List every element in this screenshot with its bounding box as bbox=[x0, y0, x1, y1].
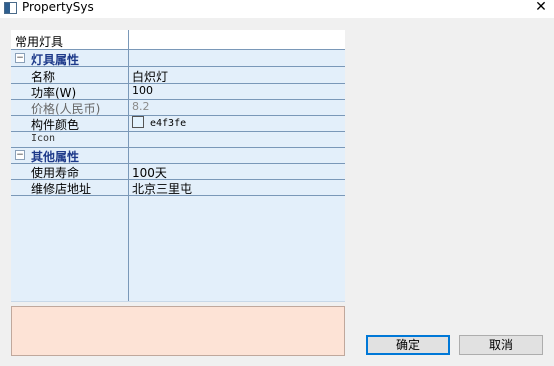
ok-button[interactable]: 确定 bbox=[366, 335, 450, 355]
property-value: 8.2 bbox=[132, 100, 150, 113]
category-row-light-props[interactable]: − 灯具属性 bbox=[11, 50, 345, 67]
grid-header: 常用灯具 bbox=[11, 30, 345, 50]
grid-header-label: 常用灯具 bbox=[15, 35, 64, 49]
property-grid[interactable]: 常用灯具 − 灯具属性 名称 白炽灯 功率(W) 100 价格(人民币) 8.2… bbox=[11, 30, 345, 302]
app-icon bbox=[4, 2, 17, 14]
property-row-color[interactable]: 构件颜色 e4f3fe bbox=[11, 115, 345, 132]
property-window: PropertySys ✕ 常用灯具 − 灯具属性 名称 白炽灯 功率(W) 1… bbox=[0, 0, 554, 366]
property-row-lifetime[interactable]: 使用寿命 100天 bbox=[11, 163, 345, 180]
category-label: 灯具属性 bbox=[31, 53, 80, 67]
collapse-icon[interactable]: − bbox=[15, 53, 25, 63]
property-row-power[interactable]: 功率(W) 100 bbox=[11, 83, 345, 100]
title-bar: PropertySys ✕ bbox=[0, 0, 554, 18]
property-row-repair-address[interactable]: 维修店地址 北京三里屯 bbox=[11, 179, 345, 196]
property-value-color[interactable]: e4f3fe bbox=[132, 116, 186, 129]
close-icon[interactable]: ✕ bbox=[528, 0, 554, 16]
property-value[interactable]: 北京三里屯 bbox=[132, 180, 192, 197]
color-swatch bbox=[132, 116, 144, 128]
property-name: Icon bbox=[31, 133, 56, 144]
property-value[interactable]: 100 bbox=[132, 84, 153, 97]
window-title: PropertySys bbox=[22, 0, 94, 14]
description-panel bbox=[11, 306, 345, 356]
color-hex-value: e4f3fe bbox=[150, 118, 187, 129]
property-name: 维修店地址 bbox=[31, 182, 92, 196]
property-row-name[interactable]: 名称 白炽灯 bbox=[11, 67, 345, 84]
cancel-button[interactable]: 取消 bbox=[459, 335, 543, 355]
property-row-icon[interactable]: Icon bbox=[11, 131, 345, 148]
column-splitter[interactable] bbox=[128, 30, 129, 301]
category-row-other-props[interactable]: − 其他属性 bbox=[11, 147, 345, 164]
collapse-icon[interactable]: − bbox=[15, 150, 25, 160]
property-row-price[interactable]: 价格(人民币) 8.2 bbox=[11, 99, 345, 116]
